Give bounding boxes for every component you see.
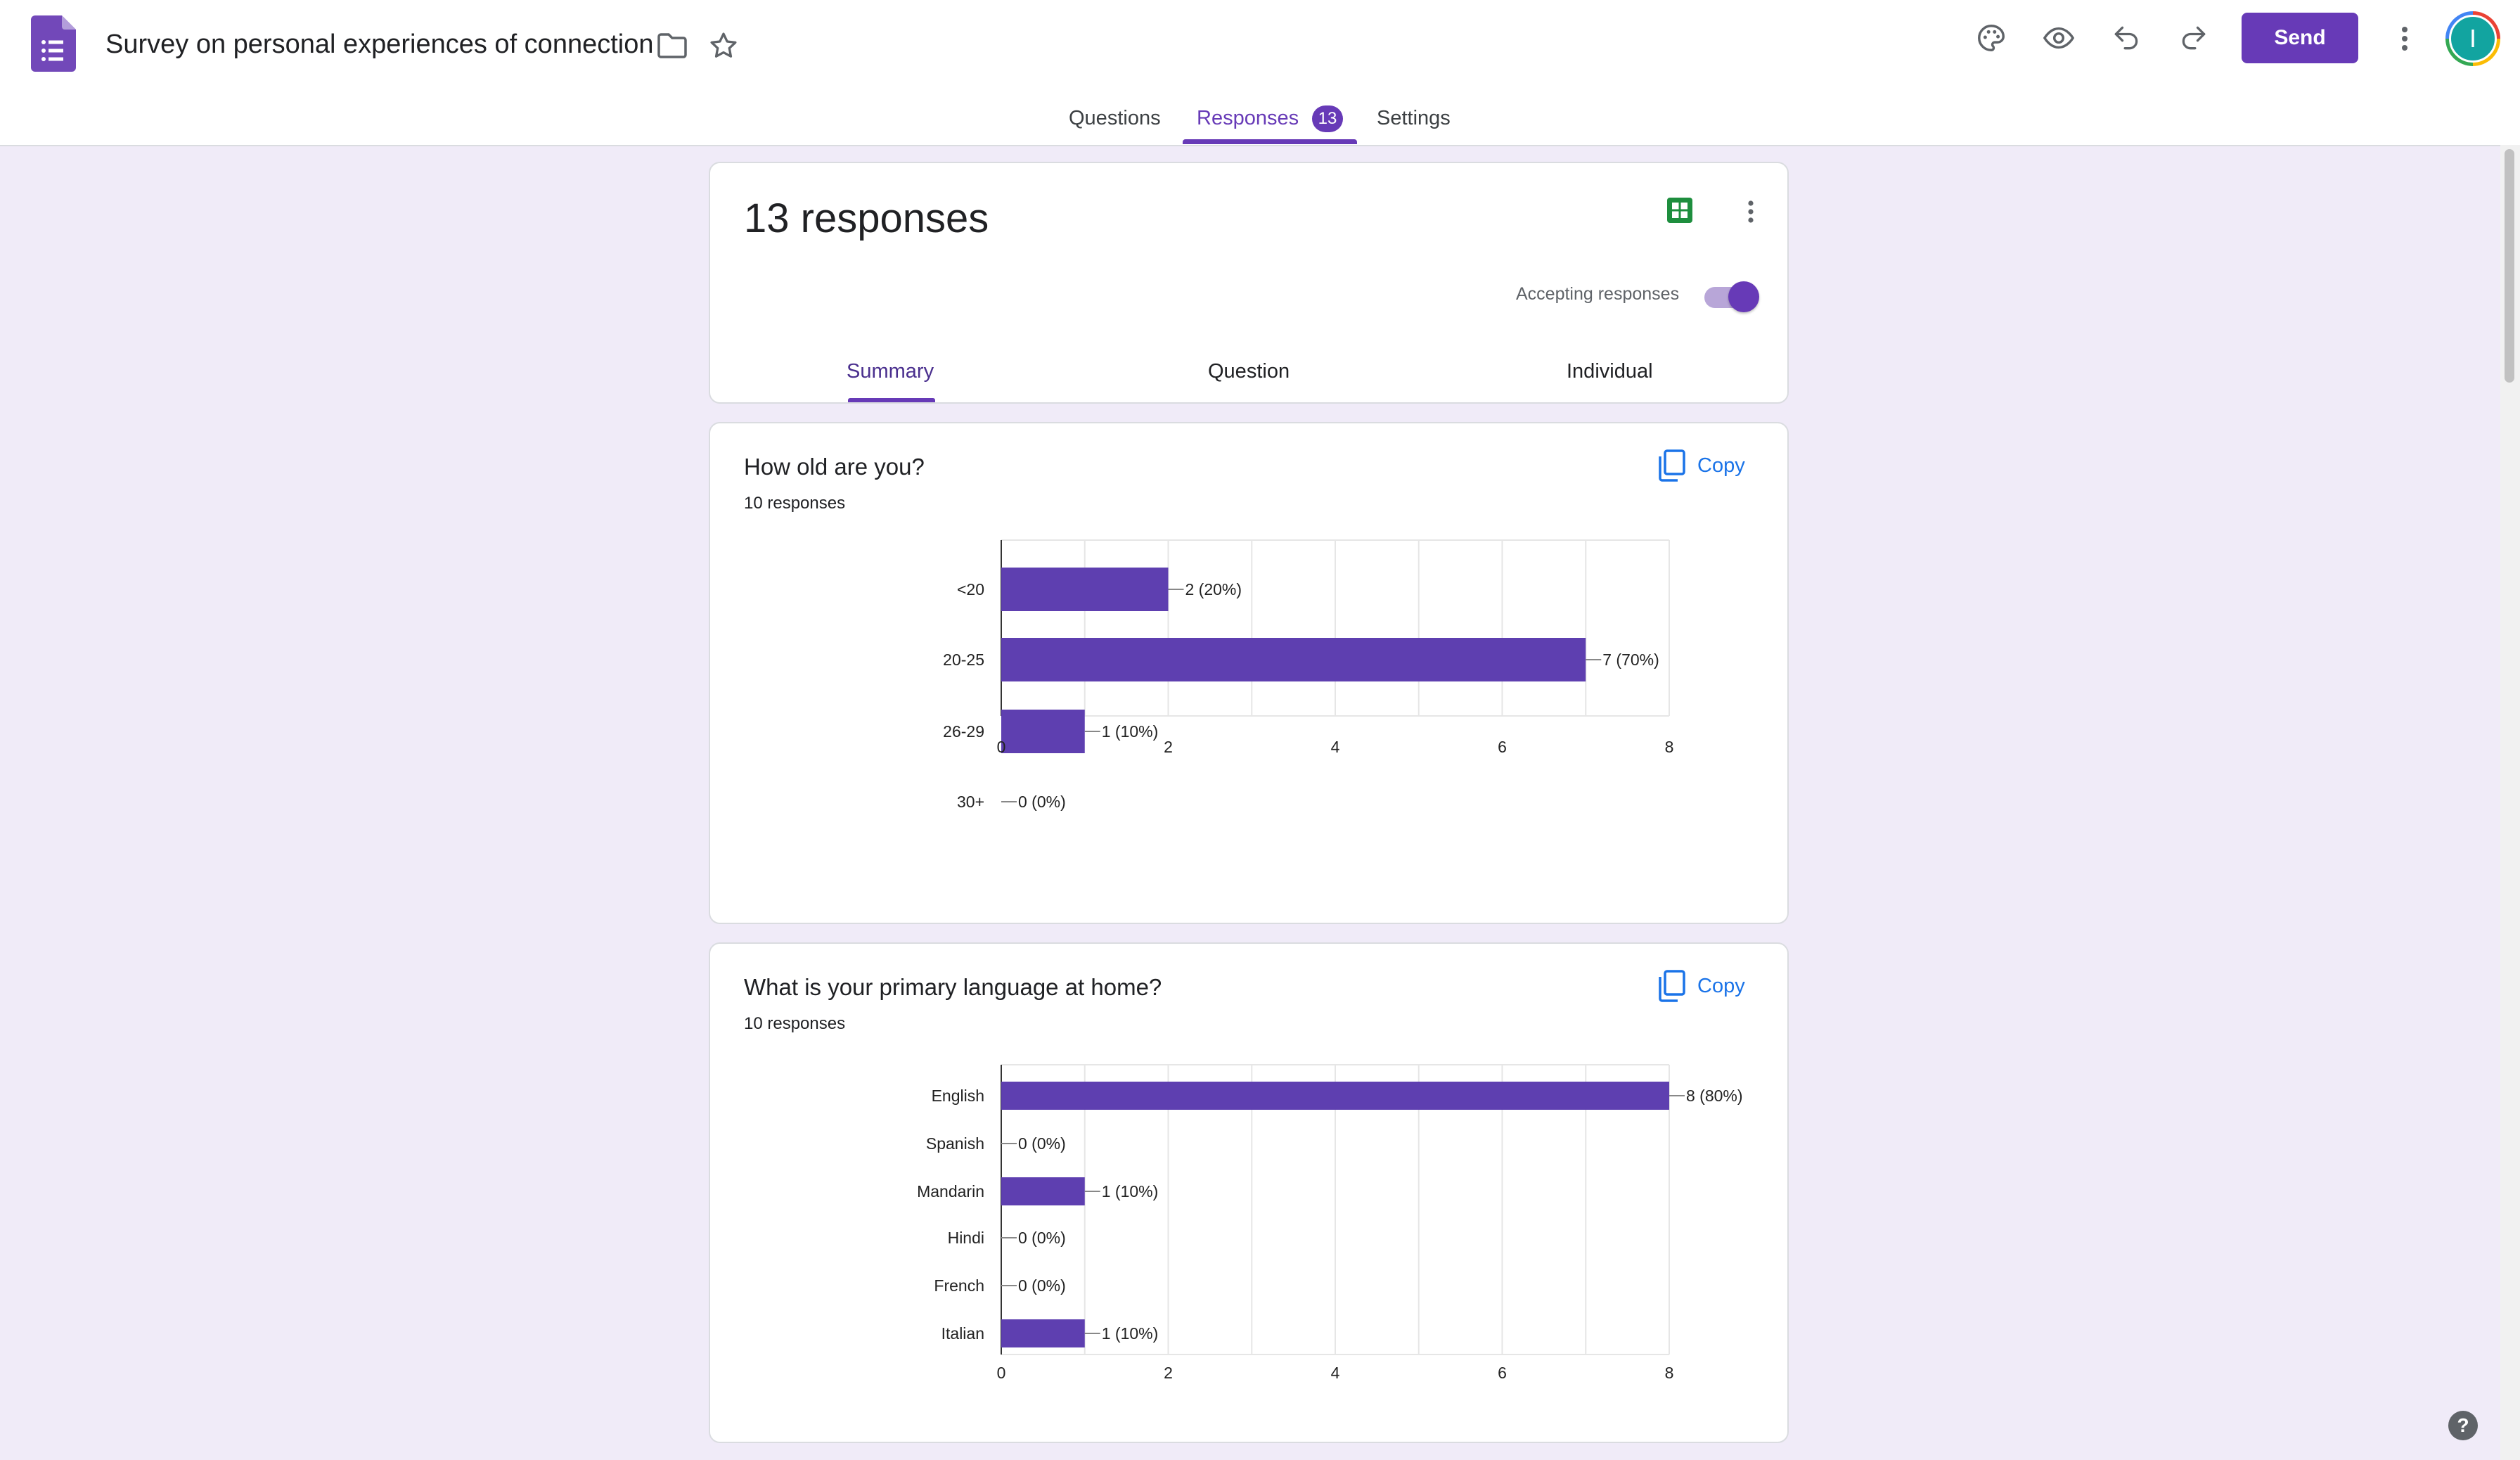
responses-total-title: 13 responses — [744, 196, 989, 241]
category-label: English — [932, 1087, 984, 1105]
accepting-responses-label: Accepting responses — [1516, 284, 1680, 304]
x-tick-label: 6 — [1498, 1364, 1507, 1382]
star-icon[interactable] — [706, 28, 741, 63]
x-tick-label: 8 — [1665, 738, 1674, 756]
bar — [1001, 638, 1586, 681]
more-vert-icon[interactable] — [2391, 21, 2419, 56]
subtab-individual[interactable]: Individual — [1567, 357, 1653, 385]
redo-icon[interactable] — [2175, 20, 2212, 56]
help-icon[interactable]: ? — [2448, 1411, 2478, 1440]
category-label: 30+ — [957, 793, 984, 811]
bar — [1001, 1319, 1085, 1347]
folder-icon[interactable] — [654, 30, 690, 62]
form-title[interactable]: Survey on personal experiences of connec… — [105, 27, 653, 62]
top-bar: Survey on personal experiences of connec… — [0, 0, 2520, 146]
bar — [1001, 1082, 1669, 1110]
subtab-question[interactable]: Question — [1208, 357, 1290, 385]
undo-icon[interactable] — [2108, 20, 2145, 56]
x-tick-label: 0 — [997, 1364, 1006, 1382]
tab-responses[interactable]: Responses — [1197, 104, 1299, 132]
bar-value-label: 0 (0%) — [1018, 1276, 1066, 1295]
bar — [1001, 568, 1169, 611]
tab-questions[interactable]: Questions — [1069, 104, 1161, 132]
age-bar-chart: 2 (20%) <20 7 (70%) 20-25 1 (10%) 26-29 0 (0%)… — [943, 539, 1674, 811]
category-label: Mandarin — [917, 1182, 984, 1200]
category-label: Italian — [941, 1324, 984, 1343]
active-tab-indicator — [1183, 139, 1357, 144]
category-label: Spanish — [926, 1134, 984, 1153]
scrollbar-thumb[interactable] — [2505, 149, 2514, 383]
tab-settings[interactable]: Settings — [1377, 104, 1451, 132]
x-tick-label: 2 — [1164, 738, 1173, 756]
bar-value-label: 0 (0%) — [1018, 793, 1066, 811]
bar-value-label: 2 (20%) — [1185, 580, 1242, 598]
category-label: 20-25 — [943, 651, 984, 669]
forms-logo-icon[interactable] — [31, 15, 76, 72]
bar-value-label: 7 (70%) — [1602, 651, 1659, 669]
category-label: French — [934, 1276, 984, 1295]
bar-value-label: 1 (10%) — [1102, 1182, 1159, 1200]
responses-summary-card: 13 responses Accepting responses Summary… — [709, 162, 1789, 404]
language-bar-chart: 8 (80%) English 0 (0%) Spanish 1 (10%) Mandar… — [917, 1064, 1743, 1382]
page-scrollbar[interactable] — [2500, 145, 2520, 1460]
category-label: 26-29 — [943, 722, 984, 741]
x-tick-label: 6 — [1498, 738, 1507, 756]
bar-value-label: 1 (10%) — [1102, 1324, 1159, 1343]
bar-value-label: 8 (80%) — [1686, 1087, 1743, 1105]
preview-eye-icon[interactable] — [2039, 20, 2078, 56]
sheets-icon[interactable] — [1662, 193, 1697, 228]
avatar-initial: I — [2449, 15, 2497, 63]
more-vert-icon[interactable] — [1738, 196, 1763, 228]
bar-value-label: 0 (0%) — [1018, 1134, 1066, 1153]
x-tick-label: 8 — [1665, 1364, 1674, 1382]
bar-value-label: 0 (0%) — [1018, 1229, 1066, 1247]
account-avatar[interactable]: I — [2445, 11, 2500, 66]
responses-count-badge: 13 — [1312, 105, 1343, 132]
category-label: <20 — [957, 580, 984, 598]
bar — [1001, 1177, 1085, 1205]
bar — [1001, 710, 1085, 753]
palette-icon[interactable] — [1973, 20, 2010, 56]
toggle-knob[interactable] — [1728, 281, 1759, 312]
bar-value-label: 1 (10%) — [1102, 722, 1159, 741]
x-tick-label: 4 — [1331, 1364, 1340, 1382]
category-label: Hindi — [948, 1229, 984, 1247]
question-summary-card: How old are you? 10 responses Copy 2 (20… — [709, 422, 1789, 924]
question-summary-card: What is your primary language at home? 1… — [709, 942, 1789, 1443]
x-tick-label: 2 — [1164, 1364, 1173, 1382]
x-tick-label: 4 — [1331, 738, 1340, 756]
active-subtab-indicator — [848, 398, 935, 402]
send-button[interactable]: Send — [2242, 13, 2358, 63]
x-tick-label: 0 — [997, 738, 1006, 756]
subtab-summary[interactable]: Summary — [847, 357, 934, 385]
